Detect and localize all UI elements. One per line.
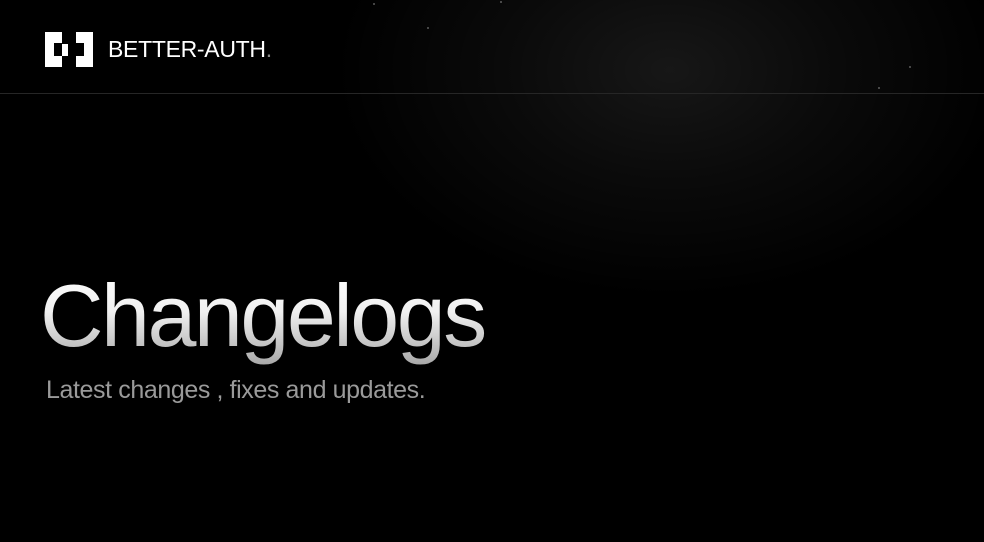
page-subtitle: Latest changes , fixes and updates. xyxy=(46,376,426,404)
home-link[interactable]: BETTER-AUTH. xyxy=(45,31,272,67)
brand-dot: . xyxy=(265,35,273,62)
better-auth-logo-icon xyxy=(45,31,93,67)
site-header: BETTER-AUTH. xyxy=(0,0,984,94)
brand-name: BETTER-AUTH xyxy=(108,35,266,62)
page-title: Changelogs xyxy=(40,266,487,365)
